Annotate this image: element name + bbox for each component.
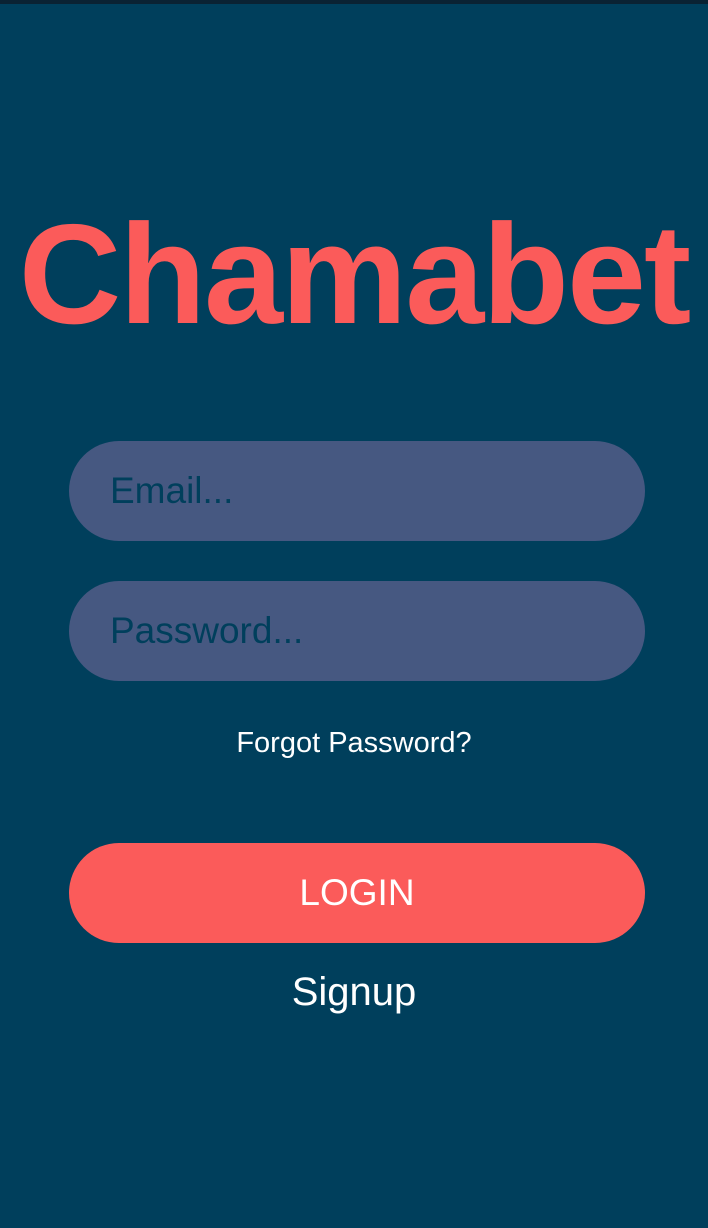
- status-bar: [0, 0, 708, 4]
- signup-link[interactable]: Signup: [0, 968, 708, 1016]
- app-title: Chamabet: [18, 195, 692, 354]
- email-field[interactable]: [69, 441, 645, 541]
- password-field[interactable]: [69, 581, 645, 681]
- password-field-container[interactable]: [69, 581, 645, 681]
- forgot-password-link[interactable]: Forgot Password?: [0, 724, 708, 762]
- login-button[interactable]: LOGIN: [69, 843, 645, 943]
- email-field-container[interactable]: [69, 441, 645, 541]
